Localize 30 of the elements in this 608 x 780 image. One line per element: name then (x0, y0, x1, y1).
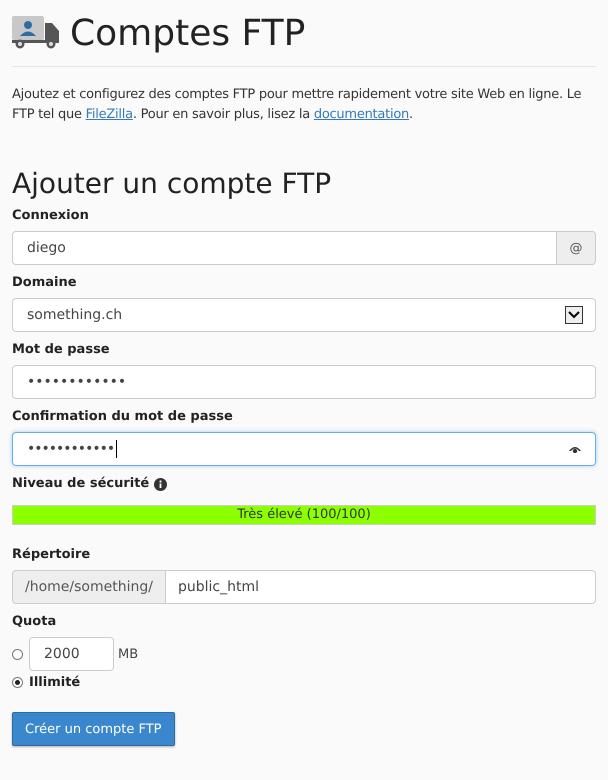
field-label: Confirmation du mot de passe (12, 408, 234, 426)
link[interactable]: FileZilla (86, 107, 133, 122)
radio-label[interactable]: Illimité (29, 675, 80, 690)
path-prefix: /home/something/ (12, 570, 165, 604)
eye-icon[interactable] (569, 445, 581, 453)
field-label: Quota (12, 613, 58, 631)
dropdown[interactable]: something.ch (12, 298, 596, 332)
caret-icon (565, 306, 583, 324)
unit-label: MB (118, 646, 138, 662)
addon-label: @ (557, 231, 596, 265)
page-title: Comptes FTP (70, 12, 306, 54)
section-title: Ajouter un compte FTP (12, 167, 332, 200)
description-text: Ajoutez et configurez des comptes FTP pour mettre rapidement votre site Web en ligne. Le FTP tel que FileZilla. Pour en savoir plus, lisez la documentation. (12, 86, 582, 124)
link[interactable]: documentation (314, 107, 410, 122)
create-button[interactable]: Créer un compte FTP (12, 712, 174, 746)
quota-field[interactable]: 2000 (29, 637, 114, 671)
password-field[interactable]: •••••••••••• (12, 365, 596, 399)
field-label: Répertoire (12, 546, 92, 564)
field-label: Mot de passe (12, 341, 111, 359)
password-field[interactable]: •••••••••••• (12, 432, 596, 466)
radio-button[interactable] (12, 648, 23, 660)
info-icon[interactable] (154, 478, 168, 490)
radio-button[interactable] (12, 677, 23, 688)
field-label: Niveau de sécurité (12, 475, 150, 493)
truck-icon (12, 16, 60, 50)
input-field[interactable]: diego (12, 231, 557, 265)
field-label: Domaine (12, 274, 78, 292)
field-label: Connexion (12, 207, 90, 225)
directory-field[interactable]: public_html (164, 570, 596, 604)
strength-reading: Très élevé (100/100) (236, 506, 372, 524)
